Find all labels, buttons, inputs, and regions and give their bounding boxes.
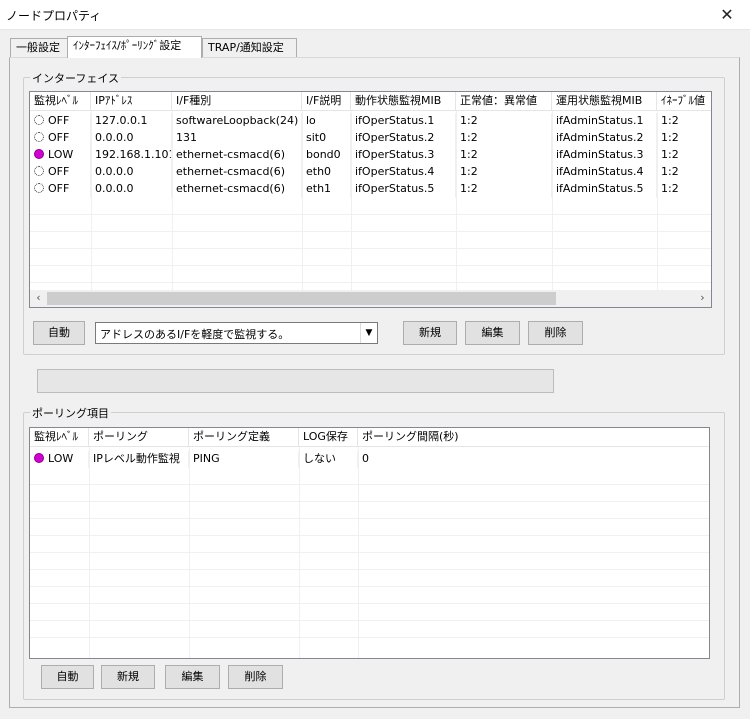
progress-bar <box>37 369 554 393</box>
oper-status-mib: ifOperStatus.4 <box>351 164 456 181</box>
low-state-icon <box>34 149 44 159</box>
window-title: ノードプロパティ <box>6 9 102 23</box>
chevron-down-icon[interactable]: ▼ <box>360 323 377 343</box>
table-row[interactable]: LOW 192.168.1.101 ethernet-csmacd(6) bon… <box>30 147 711 164</box>
polling-name: IPレベル動作監視 <box>89 451 189 468</box>
normal-abnormal-value: 1:2 <box>456 181 552 198</box>
admin-status-mib: ifAdminStatus.2 <box>552 130 657 147</box>
if-description: lo <box>302 113 351 130</box>
column-header-ip-address[interactable]: IPｱﾄﾞﾚｽ <box>91 92 172 110</box>
normal-abnormal-value: 1:2 <box>456 130 552 147</box>
if-type: ethernet-csmacd(6) <box>172 181 302 198</box>
ip-address: 127.0.0.1 <box>91 113 172 130</box>
tab-general-settings[interactable]: 一般設定 <box>10 38 68 57</box>
column-header-oper-status-mib[interactable]: 動作状態監視MIB <box>351 92 456 110</box>
scroll-left-icon[interactable]: ‹ <box>30 290 47 307</box>
polling-group-legend: ポーリング項目 <box>30 405 111 421</box>
off-state-icon <box>34 166 44 176</box>
column-header-if-type[interactable]: I/F種別 <box>172 92 302 110</box>
oper-status-mib: ifOperStatus.1 <box>351 113 456 130</box>
ip-address: 192.168.1.101 <box>91 147 172 164</box>
column-header-monitor-level[interactable]: 監視ﾚﾍﾞﾙ <box>30 428 89 446</box>
enable-value: 1:2 <box>657 130 711 147</box>
polling-delete-button[interactable]: 削除 <box>228 665 283 689</box>
oper-status-mib: ifOperStatus.5 <box>351 181 456 198</box>
monitor-mode-value: アドレスのあるI/Fを軽度で監視する。 <box>100 328 290 341</box>
horizontal-scrollbar[interactable]: ‹ › <box>30 290 711 307</box>
interface-list-header: 監視ﾚﾍﾞﾙ IPｱﾄﾞﾚｽ I/F種別 I/F説明 動作状態監視MIB 正常値… <box>30 92 711 111</box>
enable-value: 1:2 <box>657 147 711 164</box>
normal-abnormal-value: 1:2 <box>456 164 552 181</box>
monitor-level: LOW <box>48 148 74 161</box>
interface-new-button[interactable]: 新規 <box>403 321 457 345</box>
polling-interval: 0 <box>362 452 369 465</box>
off-state-icon <box>34 115 44 125</box>
off-state-icon <box>34 183 44 193</box>
if-description: eth1 <box>302 181 351 198</box>
column-header-log-save[interactable]: LOG保存 <box>299 428 358 446</box>
interface-group-legend: インターフェイス <box>30 70 122 86</box>
if-description: sit0 <box>302 130 351 147</box>
polling-new-button[interactable]: 新規 <box>101 665 155 689</box>
column-header-admin-status-mib[interactable]: 運用状態監視MIB <box>552 92 657 110</box>
admin-status-mib: ifAdminStatus.1 <box>552 113 657 130</box>
tab-trap-notification-settings[interactable]: TRAP/通知設定 <box>202 38 297 57</box>
normal-abnormal-value: 1:2 <box>456 113 552 130</box>
monitor-level: OFF <box>48 131 70 144</box>
enable-value: 1:2 <box>657 164 711 181</box>
polling-list-header: 監視ﾚﾍﾞﾙ ポーリング ポーリング定義 LOG保存 ポーリング間隔(秒) <box>30 428 709 447</box>
if-type: ethernet-csmacd(6) <box>172 164 302 181</box>
interface-auto-button[interactable]: 自動 <box>33 321 85 345</box>
tab-interface-polling-settings[interactable]: ｲﾝﾀｰﾌｪｲｽ/ﾎﾟｰﾘﾝｸﾞ設定 <box>67 36 202 58</box>
admin-status-mib: ifAdminStatus.3 <box>552 147 657 164</box>
ip-address: 0.0.0.0 <box>91 181 172 198</box>
table-row[interactable]: OFF 0.0.0.0 131 sit0 ifOperStatus.2 1:2 … <box>30 130 711 147</box>
interface-edit-button[interactable]: 編集 <box>465 321 520 345</box>
if-type: 131 <box>172 130 302 147</box>
close-button[interactable]: ✕ <box>704 0 750 30</box>
column-header-enable-value[interactable]: ｲﾈｰﾌﾞﾙ値 <box>657 92 711 110</box>
column-header-polling-interval[interactable]: ポーリング間隔(秒) <box>358 428 708 446</box>
column-header-polling-definition[interactable]: ポーリング定義 <box>189 428 299 446</box>
table-row[interactable]: LOW IPレベル動作監視 PING しない 0 <box>30 451 658 468</box>
title-bar: ノードプロパティ ✕ <box>0 0 750 30</box>
log-save: しない <box>299 451 358 468</box>
interface-list[interactable]: 監視ﾚﾍﾞﾙ IPｱﾄﾞﾚｽ I/F種別 I/F説明 動作状態監視MIB 正常値… <box>29 91 712 308</box>
normal-abnormal-value: 1:2 <box>456 147 552 164</box>
low-state-icon <box>34 453 44 463</box>
oper-status-mib: ifOperStatus.2 <box>351 130 456 147</box>
admin-status-mib: ifAdminStatus.4 <box>552 164 657 181</box>
polling-definition: PING <box>189 451 299 468</box>
ip-address: 0.0.0.0 <box>91 164 172 181</box>
column-header-polling[interactable]: ポーリング <box>89 428 189 446</box>
column-header-normal-abnormal[interactable]: 正常値：異常値 <box>456 92 552 110</box>
if-description: bond0 <box>302 147 351 164</box>
monitor-level: LOW <box>48 452 74 465</box>
if-type: softwareLoopback(24) <box>172 113 302 130</box>
column-header-monitor-level[interactable]: 監視ﾚﾍﾞﾙ <box>30 92 91 110</box>
off-state-icon <box>34 132 44 142</box>
monitor-mode-select[interactable]: アドレスのあるI/Fを軽度で監視する。 ▼ <box>95 322 378 344</box>
polling-list[interactable]: 監視ﾚﾍﾞﾙ ポーリング ポーリング定義 LOG保存 ポーリング間隔(秒) LO… <box>29 427 710 659</box>
column-header-if-description[interactable]: I/F説明 <box>302 92 351 110</box>
enable-value: 1:2 <box>657 113 711 130</box>
table-row[interactable]: OFF 0.0.0.0 ethernet-csmacd(6) eth1 ifOp… <box>30 181 711 198</box>
if-type: ethernet-csmacd(6) <box>172 147 302 164</box>
monitor-level: OFF <box>48 165 70 178</box>
enable-value: 1:2 <box>657 181 711 198</box>
polling-auto-button[interactable]: 自動 <box>41 665 94 689</box>
scrollbar-thumb[interactable] <box>47 292 556 305</box>
polling-edit-button[interactable]: 編集 <box>165 665 220 689</box>
oper-status-mib: ifOperStatus.3 <box>351 147 456 164</box>
monitor-level: OFF <box>48 114 70 127</box>
if-description: eth0 <box>302 164 351 181</box>
admin-status-mib: ifAdminStatus.5 <box>552 181 657 198</box>
table-row[interactable]: OFF 127.0.0.1 softwareLoopback(24) lo if… <box>30 113 711 130</box>
interface-delete-button[interactable]: 削除 <box>528 321 583 345</box>
table-row[interactable]: OFF 0.0.0.0 ethernet-csmacd(6) eth0 ifOp… <box>30 164 711 181</box>
monitor-level: OFF <box>48 182 70 195</box>
ip-address: 0.0.0.0 <box>91 130 172 147</box>
scroll-right-icon[interactable]: › <box>694 290 711 307</box>
